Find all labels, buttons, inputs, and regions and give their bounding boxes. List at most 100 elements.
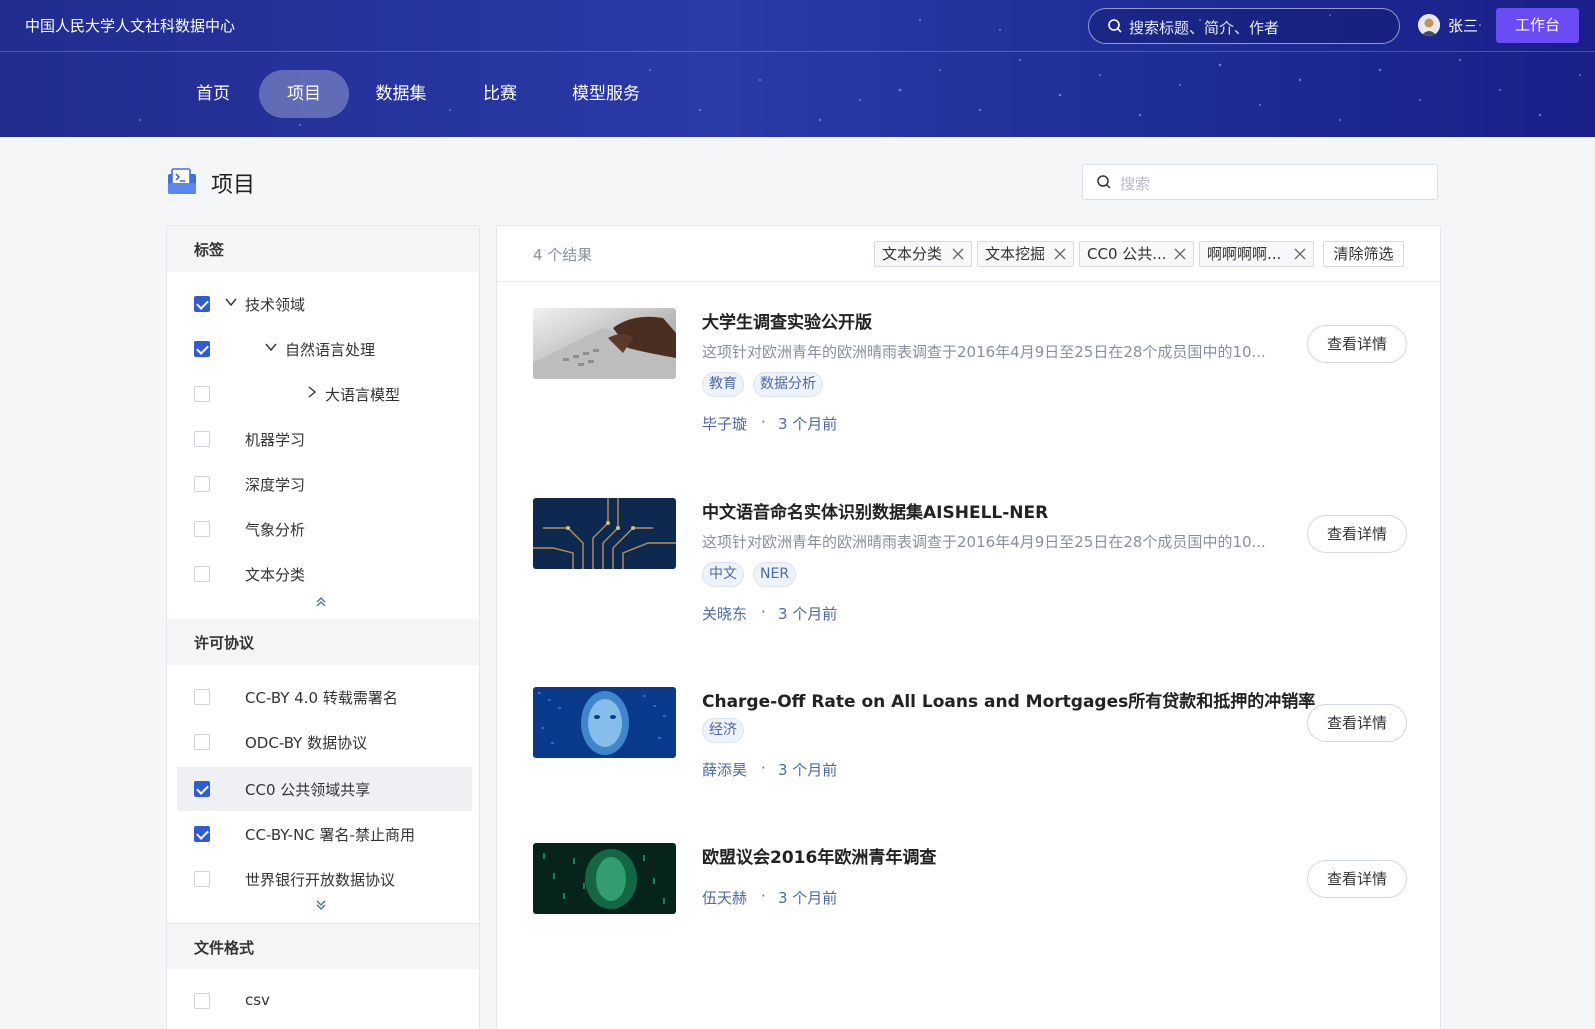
checkbox[interactable]	[194, 431, 210, 447]
project-tag[interactable]: 数据分析	[753, 372, 823, 397]
checkbox[interactable]	[194, 341, 210, 357]
project-author[interactable]: 薛添昊	[702, 759, 747, 780]
filter-sidebar: 标签 技术领域 自然语言处理 大语言模型 机器学习 深度学习 气象分析 文本分类…	[166, 225, 480, 1029]
checkbox[interactable]	[194, 386, 210, 402]
chip-label: 文本分类	[882, 245, 943, 263]
filter-item-tech-domain[interactable]: 技术领域	[177, 284, 472, 324]
filter-item-nlp[interactable]: 自然语言处理	[177, 329, 472, 369]
project-search-input[interactable]: 搜索	[1082, 164, 1438, 200]
search-icon	[1108, 19, 1122, 33]
chevron-down-icon[interactable]	[224, 295, 238, 309]
global-search-input[interactable]: 搜索标题、简介、作者	[1088, 8, 1400, 44]
filter-item-ml[interactable]: 机器学习	[177, 419, 472, 459]
checkbox[interactable]	[194, 296, 210, 312]
project-author[interactable]: 毕子璇	[702, 413, 747, 434]
filter-label: 技术领域	[245, 296, 306, 314]
meta-separator: ·	[761, 759, 766, 777]
filter-chip[interactable]: 文本挖掘	[977, 241, 1074, 267]
licenses-heading: 许可协议	[194, 634, 255, 652]
filter-label: 文本分类	[245, 566, 306, 584]
checkbox[interactable]	[194, 871, 210, 887]
chevron-right-icon[interactable]	[305, 385, 319, 399]
view-details-button[interactable]: 查看详情	[1307, 515, 1407, 553]
filter-item-cc0[interactable]: CC0 公共领域共享	[177, 767, 472, 811]
filter-item-cc-by[interactable]: CC-BY 4.0 转载需署名	[177, 677, 472, 717]
project-title[interactable]: 中文语音命名实体识别数据集AISHELL-NER	[702, 498, 1048, 523]
nav-competitions[interactable]: 比赛	[474, 70, 526, 118]
chip-label: CC0 公共...	[1087, 245, 1167, 263]
filter-label: 机器学习	[245, 431, 306, 449]
filter-item-cc-by-nc[interactable]: CC-BY-NC 署名-禁止商用	[177, 814, 472, 854]
filter-item-text-classification[interactable]: 文本分类	[177, 554, 472, 594]
site-title[interactable]: 中国人民大学人文社科数据中心	[25, 15, 235, 36]
close-icon[interactable]	[1053, 247, 1067, 261]
close-icon[interactable]	[1293, 247, 1307, 261]
global-search-placeholder: 搜索标题、简介、作者	[1129, 19, 1280, 37]
nav-home[interactable]: 首页	[181, 70, 245, 118]
project-updated-time: 3 个月前	[778, 761, 838, 779]
results-panel: 4 个结果 文本分类 文本挖掘 CC0 公共... 啊啊啊啊... 清除筛选 大…	[496, 225, 1441, 1029]
checkbox[interactable]	[194, 781, 210, 797]
project-tag[interactable]: 教育	[702, 372, 744, 397]
checkbox[interactable]	[194, 566, 210, 582]
filter-item-llm[interactable]: 大语言模型	[177, 374, 472, 414]
project-tag[interactable]: NER	[753, 562, 797, 587]
tags-heading: 标签	[194, 241, 225, 259]
filter-item-dl[interactable]: 深度学习	[177, 464, 472, 504]
collapse-up-icon[interactable]	[314, 595, 328, 609]
checkbox[interactable]	[194, 734, 210, 750]
project-updated-time: 3 个月前	[778, 415, 838, 433]
tags-section-header[interactable]: 标签	[167, 226, 479, 272]
project-description: 这项针对欧洲青年的欧洲晴雨表调查于2016年4月9日至25日在28个成员国中的1…	[702, 533, 1266, 551]
view-details-button[interactable]: 查看详情	[1307, 704, 1407, 742]
filter-chip[interactable]: 文本分类	[874, 241, 972, 267]
nav-datasets[interactable]: 数据集	[366, 70, 436, 118]
meta-separator: ·	[761, 413, 766, 431]
nav-projects[interactable]: 项目	[259, 70, 349, 118]
project-author[interactable]: 伍天赫	[702, 887, 747, 908]
filter-chip[interactable]: 啊啊啊啊...	[1199, 241, 1314, 267]
search-icon	[1097, 175, 1111, 189]
header-banner: 中国人民大学人文社科数据中心 搜索标题、简介、作者 张三 工作台 首页 项目 数…	[0, 0, 1595, 137]
filter-label: csv	[245, 991, 270, 1009]
checkbox[interactable]	[194, 826, 210, 842]
project-updated-time: 3 个月前	[778, 889, 838, 907]
view-details-button[interactable]: 查看详情	[1307, 325, 1407, 363]
licenses-section-header[interactable]: 许可协议	[167, 619, 479, 665]
project-card: 大学生调查实验公开版 这项针对欧洲青年的欧洲晴雨表调查于2016年4月9日至25…	[497, 308, 1440, 468]
filter-item-csv[interactable]: csv	[177, 981, 472, 1021]
project-title[interactable]: Charge-Off Rate on All Loans and Mortgag…	[702, 687, 1315, 712]
view-details-button[interactable]: 查看详情	[1307, 860, 1407, 898]
user-avatar[interactable]	[1418, 14, 1440, 36]
project-thumbnail-laptop[interactable]	[533, 308, 676, 379]
project-author[interactable]: 关晓东	[702, 603, 747, 624]
project-thumbnail-green-data[interactable]	[533, 843, 676, 914]
formats-section-header[interactable]: 文件格式	[167, 923, 479, 969]
nav-model-services[interactable]: 模型服务	[563, 70, 649, 118]
close-icon[interactable]	[1173, 247, 1187, 261]
project-tag[interactable]: 经济	[702, 718, 744, 743]
project-title[interactable]: 欧盟议会2016年欧洲青年调查	[702, 843, 936, 868]
checkbox[interactable]	[194, 689, 210, 705]
filter-item-worldbank[interactable]: 世界银行开放数据协议	[177, 859, 472, 899]
checkbox[interactable]	[194, 993, 210, 1009]
checkbox[interactable]	[194, 476, 210, 492]
workbench-button[interactable]: 工作台	[1496, 8, 1579, 43]
project-title[interactable]: 大学生调查实验公开版	[702, 308, 872, 333]
filter-item-weather[interactable]: 气象分析	[177, 509, 472, 549]
checkbox[interactable]	[194, 521, 210, 537]
project-tag[interactable]: 中文	[702, 562, 744, 587]
filter-label: 大语言模型	[325, 386, 401, 404]
close-icon[interactable]	[951, 247, 965, 261]
formats-heading: 文件格式	[194, 939, 255, 957]
filter-chip[interactable]: CC0 公共...	[1079, 241, 1194, 267]
filter-item-odc-by[interactable]: ODC-BY 数据协议	[177, 722, 472, 762]
user-name[interactable]: 张三	[1448, 15, 1478, 36]
expand-down-icon[interactable]	[314, 898, 328, 912]
clear-filters-button[interactable]: 清除筛选	[1323, 241, 1404, 267]
project-thumbnail-digital-face[interactable]	[533, 687, 676, 758]
chevron-down-icon[interactable]	[264, 340, 278, 354]
filter-label: 气象分析	[245, 521, 306, 539]
project-thumbnail-circuit[interactable]	[533, 498, 676, 569]
meta-separator: ·	[761, 887, 766, 905]
